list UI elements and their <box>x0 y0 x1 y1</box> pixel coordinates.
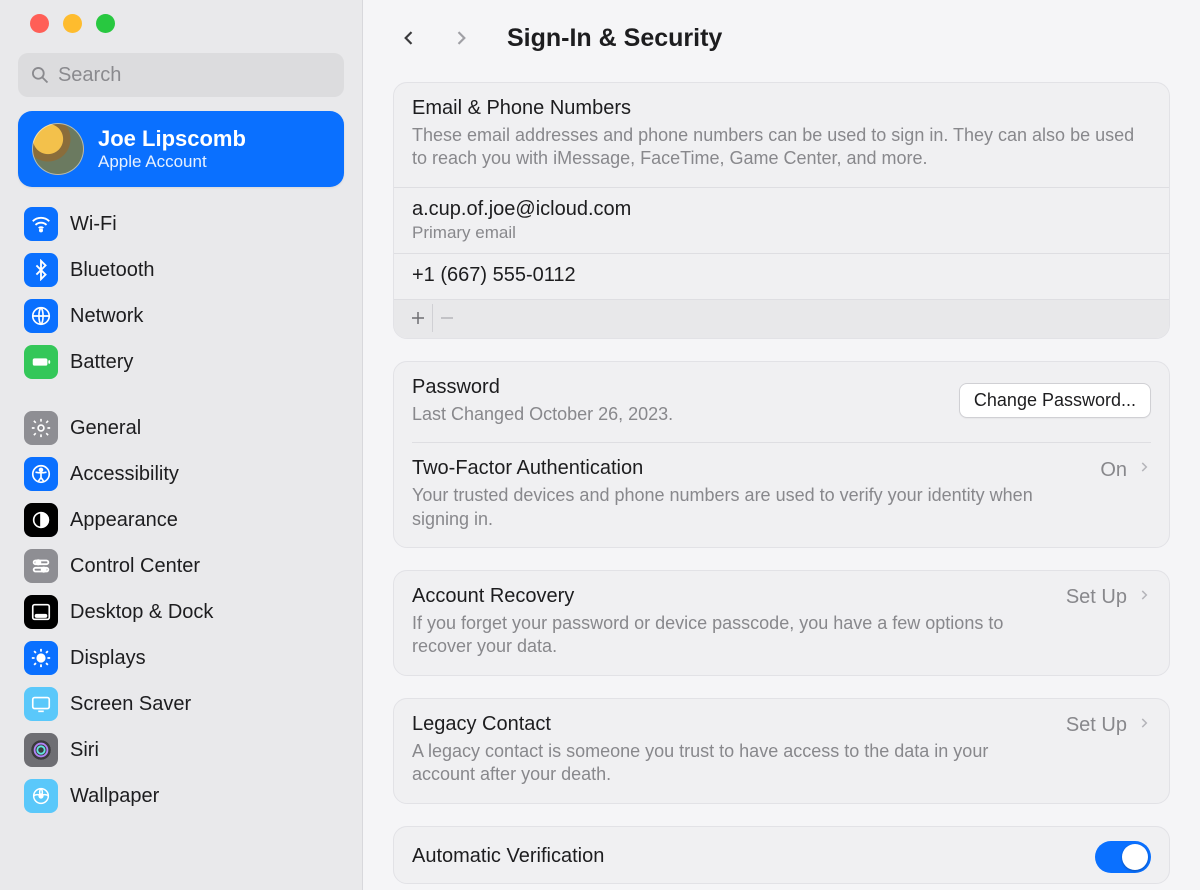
legacy-desc: A legacy contact is someone you trust to… <box>412 740 1052 787</box>
sidebar-item-network[interactable]: Network <box>18 293 344 339</box>
wifi-icon <box>24 207 58 241</box>
password-twofa-card: Password Last Changed October 26, 2023. … <box>393 361 1170 548</box>
recovery-status: Set Up <box>1066 586 1127 609</box>
account-recovery-card[interactable]: Account Recovery If you forget your pass… <box>393 570 1170 676</box>
autoverify-title: Automatic Verification <box>412 845 1081 868</box>
sliders-icon <box>24 549 58 583</box>
recovery-title: Account Recovery <box>412 585 1052 608</box>
sidebar-item-label: Wi-Fi <box>70 213 117 236</box>
sidebar-item-label: General <box>70 417 141 440</box>
brightness-icon <box>24 641 58 675</box>
sidebar-item-label: Network <box>70 305 143 328</box>
primary-email-value: a.cup.of.joe@icloud.com <box>412 198 1151 221</box>
sidebar-item-desktop-dock[interactable]: Desktop & Dock <box>18 589 344 635</box>
password-row: Password Last Changed October 26, 2023. … <box>394 362 1169 442</box>
account-sublabel: Apple Account <box>98 152 246 172</box>
sidebar-item-label: Accessibility <box>70 463 179 486</box>
sidebar-item-control-center[interactable]: Control Center <box>18 543 344 589</box>
legacy-title: Legacy Contact <box>412 713 1052 736</box>
bluetooth-icon <box>24 253 58 287</box>
add-contact-button[interactable] <box>404 304 432 332</box>
close-window-button[interactable] <box>30 14 49 33</box>
sidebar-item-label: Wallpaper <box>70 785 159 808</box>
sidebar-item-displays[interactable]: Displays <box>18 635 344 681</box>
minus-icon <box>438 309 456 327</box>
sidebar-item-siri[interactable]: Siri <box>18 727 344 773</box>
forward-button[interactable] <box>447 24 475 52</box>
twofa-desc: Your trusted devices and phone numbers a… <box>412 484 1086 531</box>
email-section-title: Email & Phone Numbers <box>412 97 1151 120</box>
password-title: Password <box>412 376 945 399</box>
chevron-right-icon <box>1137 585 1151 611</box>
zoom-window-button[interactable] <box>96 14 115 33</box>
accessibility-icon <box>24 457 58 491</box>
sidebar-item-accessibility[interactable]: Accessibility <box>18 451 344 497</box>
sidebar-item-label: Displays <box>70 647 146 670</box>
gear-icon <box>24 411 58 445</box>
change-password-button[interactable]: Change Password... <box>959 383 1151 418</box>
wallpaper-icon <box>24 779 58 813</box>
minimize-window-button[interactable] <box>63 14 82 33</box>
automatic-verification-toggle[interactable] <box>1095 841 1151 873</box>
automatic-verification-card: Automatic Verification <box>393 826 1170 884</box>
primary-email-sublabel: Primary email <box>412 223 1151 243</box>
sidebar-item-label: Appearance <box>70 509 178 532</box>
sidebar-item-general[interactable]: General <box>18 405 344 451</box>
twofa-title: Two-Factor Authentication <box>412 457 1086 480</box>
remove-contact-button[interactable] <box>432 304 460 332</box>
recovery-desc: If you forget your password or device pa… <box>412 612 1052 659</box>
sidebar-item-screen-saver[interactable]: Screen Saver <box>18 681 344 727</box>
legacy-contact-card[interactable]: Legacy Contact A legacy contact is someo… <box>393 698 1170 804</box>
search-field[interactable] <box>18 53 344 97</box>
primary-email-row[interactable]: a.cup.of.joe@icloud.com Primary email <box>394 188 1169 253</box>
page-title: Sign-In & Security <box>507 24 722 53</box>
sidebar-item-label: Bluetooth <box>70 259 155 282</box>
siri-icon <box>24 733 58 767</box>
search-icon <box>30 64 50 86</box>
plus-icon <box>409 309 427 327</box>
appearance-icon <box>24 503 58 537</box>
twofa-row[interactable]: Two-Factor Authentication Your trusted d… <box>394 443 1169 547</box>
battery-icon <box>24 345 58 379</box>
phone-row[interactable]: +1 (667) 555-0112 <box>394 254 1169 299</box>
sidebar-item-label: Control Center <box>70 555 200 578</box>
avatar <box>32 123 84 175</box>
sidebar-item-label: Battery <box>70 351 133 374</box>
sidebar-item-label: Desktop & Dock <box>70 601 213 624</box>
header: Sign-In & Security <box>363 0 1200 76</box>
sidebar: Joe Lipscomb Apple Account Wi-Fi Bluetoo… <box>0 0 362 890</box>
sidebar-item-appearance[interactable]: Appearance <box>18 497 344 543</box>
screen-saver-icon <box>24 687 58 721</box>
sidebar-item-wifi[interactable]: Wi-Fi <box>18 201 344 247</box>
email-phone-card: Email & Phone Numbers These email addres… <box>393 82 1170 339</box>
search-input[interactable] <box>58 64 332 87</box>
sidebar-item-label: Screen Saver <box>70 693 191 716</box>
chevron-right-icon <box>1137 713 1151 739</box>
email-section-desc: These email addresses and phone numbers … <box>412 124 1151 171</box>
window-controls <box>0 14 362 53</box>
back-button[interactable] <box>395 24 423 52</box>
twofa-status: On <box>1100 459 1127 482</box>
sidebar-item-bluetooth[interactable]: Bluetooth <box>18 247 344 293</box>
globe-icon <box>24 299 58 333</box>
password-desc: Last Changed October 26, 2023. <box>412 403 945 426</box>
account-name: Joe Lipscomb <box>98 126 246 152</box>
sidebar-item-apple-account[interactable]: Joe Lipscomb Apple Account <box>18 111 344 187</box>
chevron-right-icon <box>1137 457 1151 483</box>
dock-icon <box>24 595 58 629</box>
legacy-status: Set Up <box>1066 714 1127 737</box>
sidebar-item-wallpaper[interactable]: Wallpaper <box>18 773 344 819</box>
sidebar-item-battery[interactable]: Battery <box>18 339 344 385</box>
sidebar-list: Wi-Fi Bluetooth Network Battery <box>0 201 362 819</box>
sidebar-item-label: Siri <box>70 739 99 762</box>
phone-value: +1 (667) 555-0112 <box>412 264 576 286</box>
